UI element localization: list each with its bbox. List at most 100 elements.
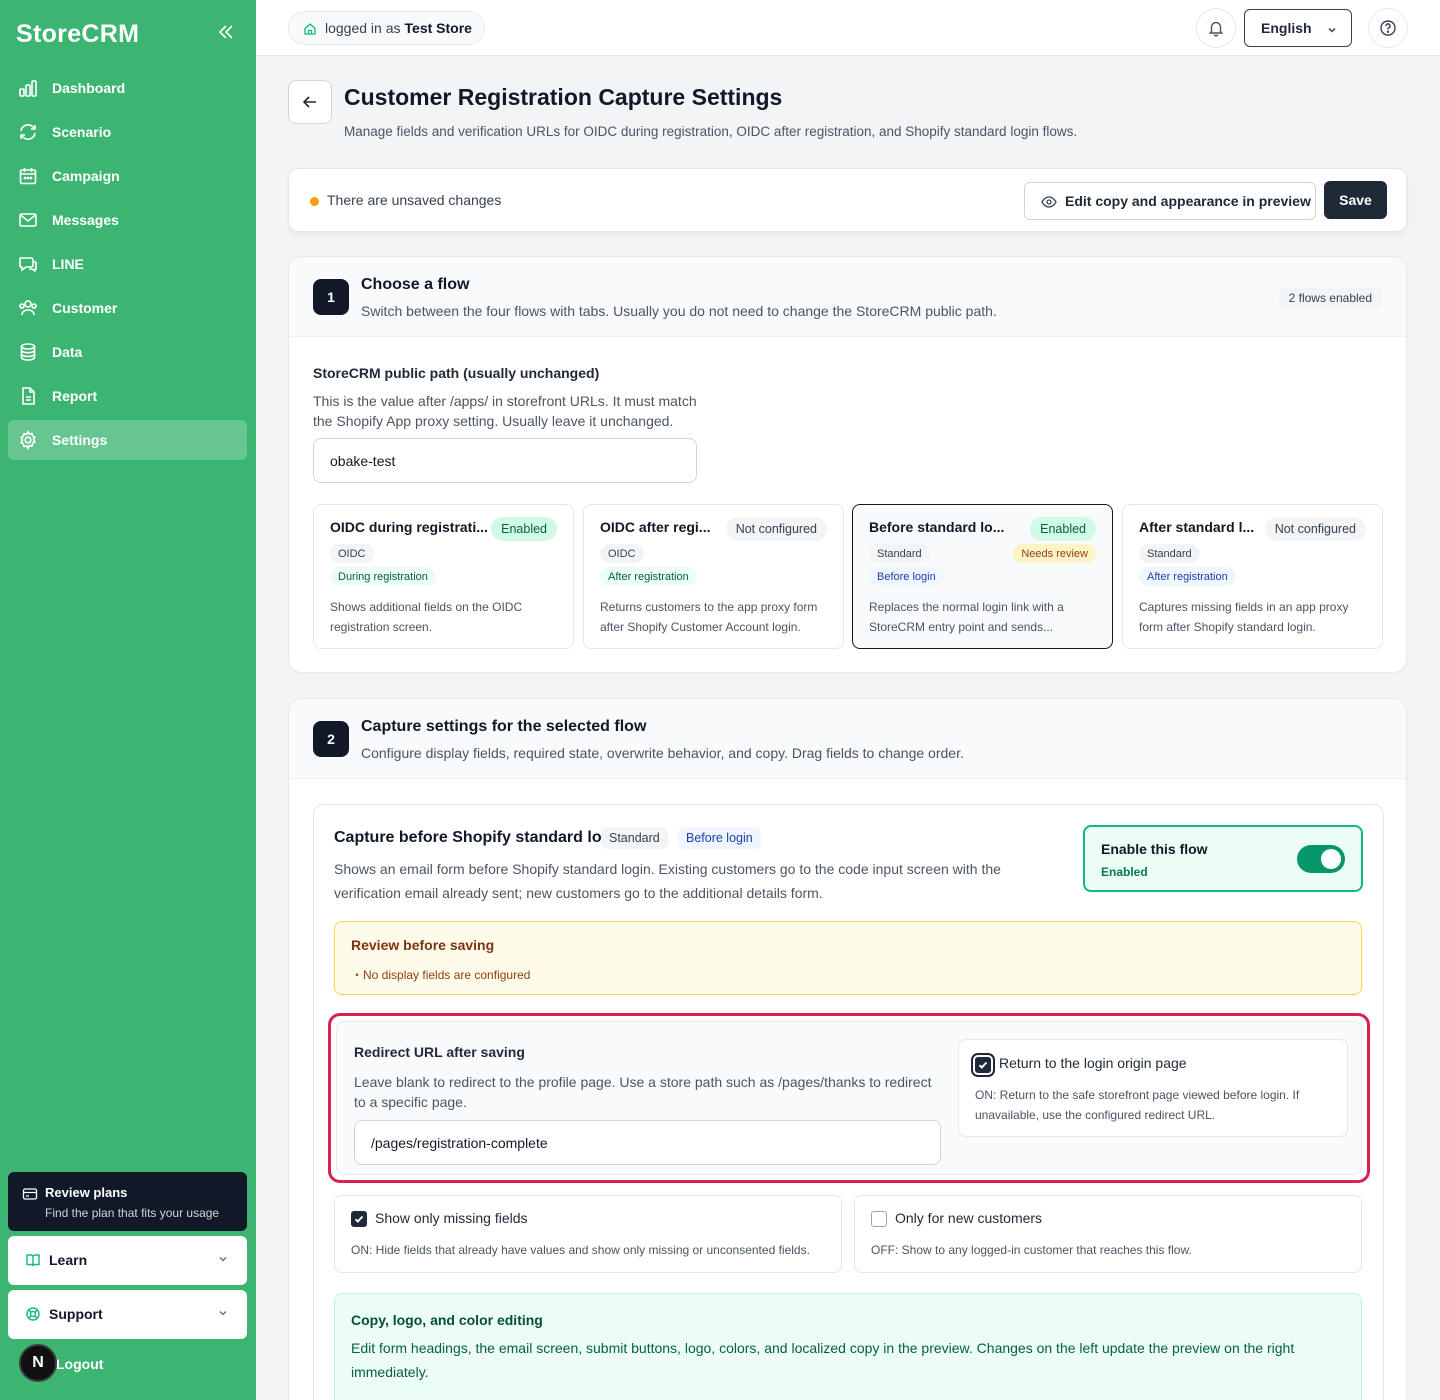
chat-icon [19,257,37,273]
status-badge: Enabled [1030,517,1096,541]
edit-preview-button[interactable]: Edit copy and appearance in preview [1024,182,1316,220]
redirect-url-label: Redirect URL after saving [354,1044,525,1060]
public-path-input[interactable]: obake-test [313,438,697,483]
sidebar-item-label: Scenario [52,124,112,140]
sidebar-item-label: Messages [52,212,119,228]
section-subtitle: Switch between the four flows with tabs.… [361,303,997,319]
save-button[interactable]: Save [1324,181,1387,219]
sidebar-item-customer[interactable]: Customer [8,288,247,328]
flow-type-tag: Standard [601,827,668,849]
review-warning: Review before saving ・No display fields … [334,921,1362,995]
refresh-icon [20,124,36,140]
collapse-sidebar-icon[interactable] [216,22,236,42]
status-badge: Not configured [725,517,827,541]
sidebar-item-data[interactable]: Data [8,332,247,372]
flow-card-after-standard[interactable]: After standard l... Not configured Stand… [1122,504,1383,649]
chevron-down-icon [219,1256,227,1262]
missing-fields-label: Show only missing fields [375,1210,528,1226]
redirect-url-help: Leave blank to redirect to the profile p… [354,1074,932,1110]
edit-preview-label: Edit copy and appearance in preview [1065,193,1311,209]
review-warning-title: Review before saving [351,937,495,953]
sidebar-item-label: Customer [52,300,118,316]
back-button[interactable] [288,80,332,124]
flow-card-oidc-after[interactable]: OIDC after regi... Not configured OIDC A… [583,504,844,649]
logout-link[interactable]: Logout [56,1356,103,1372]
section-header: 1 Choose a flow Switch between the four … [289,257,1406,337]
bar-chart-icon [19,80,37,97]
notifications-button[interactable] [1196,8,1236,48]
chevron-down-icon [219,1310,227,1316]
redirect-url-input[interactable]: /pages/registration-complete [354,1120,941,1165]
sidebar-item-campaign[interactable]: Campaign [8,156,247,196]
avatar[interactable]: N [19,1344,57,1382]
login-status-pill: logged in as Test Store [288,11,485,45]
sidebar-item-line[interactable]: LINE [8,244,247,284]
calendar-icon [19,168,37,185]
step-number: 2 [313,721,349,757]
flow-card-before-standard[interactable]: Before standard lo... Enabled Standard N… [852,504,1113,649]
store-name: Test Store [404,20,472,36]
copy-editing-panel: Copy, logo, and color editing Edit form … [334,1293,1362,1400]
sidebar-item-scenario[interactable]: Scenario [8,112,247,152]
return-origin-checkbox[interactable] [975,1057,991,1073]
check-icon [354,1215,364,1223]
new-customers-label: Only for new customers [895,1210,1043,1226]
public-path-help: This is the value after /apps/ in storef… [313,393,697,429]
flow-description: Shows additional fields on the OIDC regi… [330,600,523,634]
flow-settings-card: Capture before Shopify standard login St… [313,804,1384,1400]
flow-timing-tag: Before login [678,827,761,849]
sidebar-item-dashboard[interactable]: Dashboard [8,68,247,108]
section-header: 2 Capture settings for the selected flow… [289,699,1406,779]
sidebar-item-label: Settings [52,432,108,448]
new-customers-description: OFF: Show to any logged-in customer that… [871,1243,1192,1257]
flow-type-tag: OIDC [330,544,374,563]
flow-type-tag: Standard [1139,544,1200,563]
section-title: Choose a flow [361,276,470,293]
flow-timing-tag: Before login [869,567,944,586]
check-icon [978,1061,988,1069]
database-icon [20,343,36,361]
flow-description: Returns customers to the app proxy form … [600,600,818,634]
copy-editing-description: Edit form headings, the email screen, su… [351,1340,1295,1380]
sidebar: StoreCRM Dashboard Scenario Campaign Mes… [0,0,256,1400]
enable-flow-state: Enabled [1101,865,1148,879]
help-button[interactable] [1368,8,1408,48]
home-icon [304,23,316,35]
sidebar-item-report[interactable]: Report [8,376,247,416]
flow-card-oidc-during[interactable]: OIDC during registrati... Enabled OIDC D… [313,504,574,649]
bell-icon [1208,21,1224,37]
flow-description: Captures missing fields in an app proxy … [1139,600,1349,634]
flow-title: OIDC during registrati... [330,519,488,535]
section-subtitle: Configure display fields, required state… [361,745,964,761]
sidebar-item-label: LINE [52,256,84,272]
section-title: Capture settings for the selected flow [361,718,647,735]
topbar: logged in as Test Store English [256,0,1440,56]
book-icon [26,1254,40,1267]
redirect-panel: Redirect URL after saving Leave blank to… [336,1021,1362,1175]
missing-fields-description: ON: Hide fields that already have values… [351,1243,810,1257]
enable-flow-label: Enable this flow [1101,841,1208,857]
review-plans-button[interactable]: Review plans Find the plan that fits you… [8,1172,247,1231]
language-select[interactable]: English [1244,9,1352,47]
support-dropdown[interactable]: Support [8,1290,247,1339]
flow-timing-tag: During registration [330,567,436,586]
gear-icon [20,430,36,450]
flow-timing-tag: After registration [1139,567,1236,586]
lifebuoy-icon [26,1307,40,1321]
copy-editing-title: Copy, logo, and color editing [351,1312,543,1328]
credit-card-icon [22,1188,38,1200]
missing-fields-checkbox[interactable] [351,1211,367,1227]
sidebar-item-label: Report [52,388,98,404]
sidebar-item-settings[interactable]: Settings [8,420,247,460]
eye-icon [1041,196,1057,208]
return-origin-description: ON: Return to the safe storefront page v… [975,1088,1300,1122]
public-path-label: StoreCRM public path (usually unchanged) [313,365,600,381]
enable-flow-switch[interactable] [1297,845,1345,873]
help-icon [1380,20,1396,36]
sidebar-item-messages[interactable]: Messages [8,200,247,240]
flow-settings-description: Shows an email form before Shopify stand… [334,861,1001,901]
new-customers-checkbox[interactable] [871,1211,887,1227]
capture-settings-section: 2 Capture settings for the selected flow… [288,698,1407,1400]
learn-dropdown[interactable]: Learn [8,1236,247,1285]
flow-settings-title: Capture before Shopify standard login [334,829,626,846]
